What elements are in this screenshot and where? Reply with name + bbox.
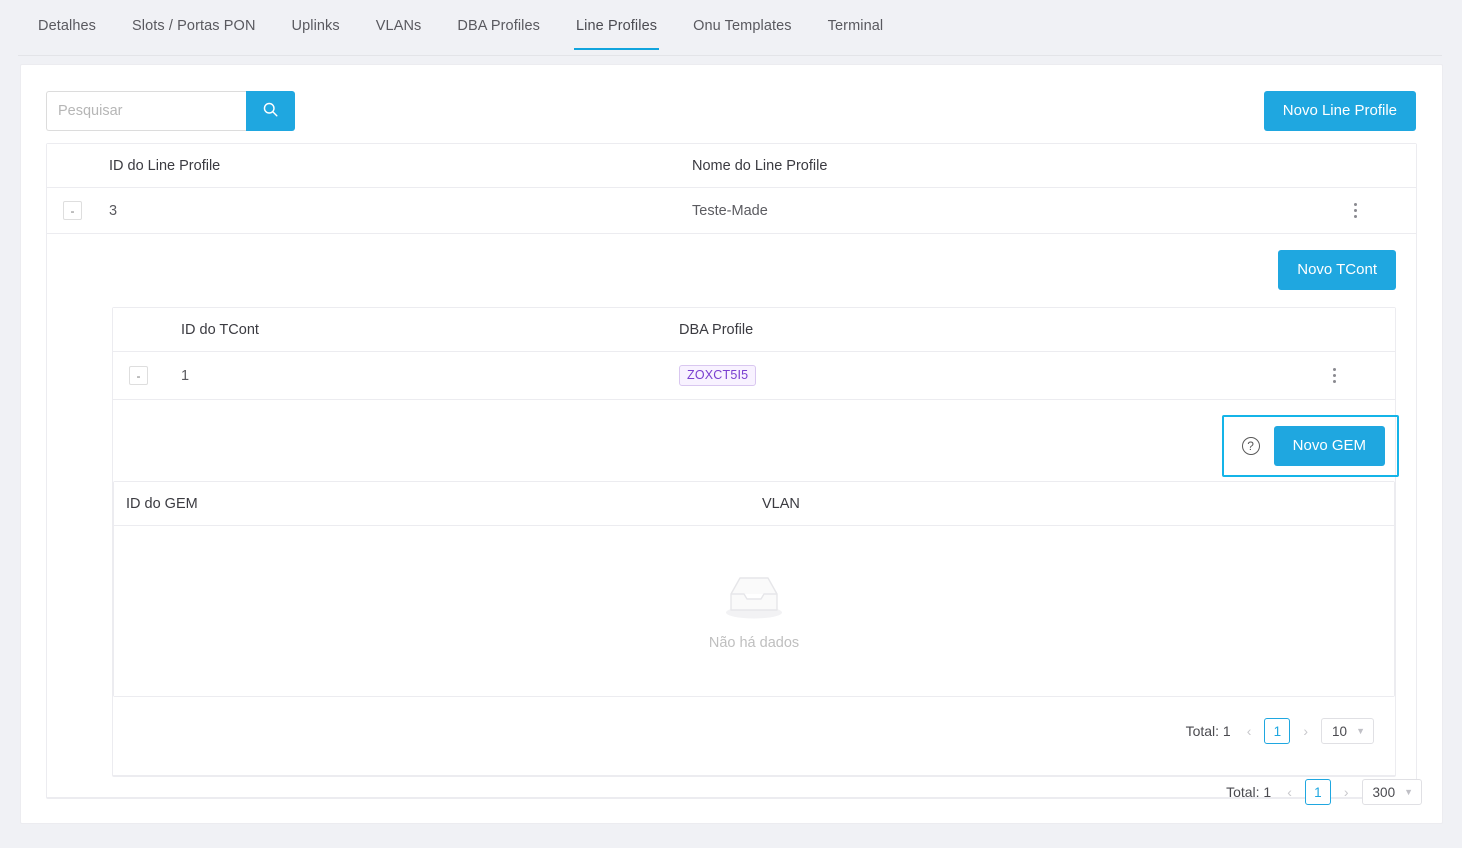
tab-terminal[interactable]: Terminal	[828, 0, 884, 50]
tcont-table: ID do TCont DBA Profile -	[113, 308, 1395, 776]
line-profiles-panel: Novo Line Profile ID do Line Profile Nom…	[20, 64, 1443, 824]
gem-table: ID do GEM VLAN	[114, 482, 1394, 696]
collapse-row-button[interactable]: -	[63, 201, 82, 220]
new-tcont-button[interactable]: Novo TCont	[1278, 250, 1396, 290]
actions-column-header	[1346, 144, 1416, 188]
tab-vlans[interactable]: VLANs	[376, 0, 422, 50]
chevron-down-icon: ▼	[1404, 788, 1413, 797]
search-input[interactable]	[46, 91, 246, 131]
expand-column-header	[113, 308, 181, 352]
empty-state-cell: Não há dados	[114, 526, 1394, 697]
tcont-section: Novo TCont ID do TCont	[47, 234, 1416, 798]
vlan-header: VLAN	[762, 482, 1394, 526]
row-actions-cell	[1346, 188, 1416, 234]
chevron-right-icon[interactable]: ›	[1342, 784, 1351, 800]
collapse-tcont-button[interactable]: -	[129, 366, 148, 385]
expand-cell: -	[47, 188, 109, 234]
table-header-row: ID do GEM VLAN	[114, 482, 1394, 526]
line-profiles-table-card: ID do Line Profile Nome do Line Profile …	[46, 143, 1417, 799]
dba-profile-header: DBA Profile	[679, 308, 1325, 352]
tab-onu-templates[interactable]: Onu Templates	[693, 0, 792, 50]
actions-column-header	[1325, 308, 1395, 352]
spacer-column-header	[114, 482, 126, 526]
expanded-row-tcont: ? Novo GEM	[113, 400, 1395, 776]
expand-cell: -	[113, 352, 181, 400]
chevron-right-icon[interactable]: ›	[1301, 723, 1310, 739]
line-profile-name-cell: Teste-Made	[692, 188, 1346, 234]
page-size-value: 10	[1332, 724, 1347, 739]
empty-state: Não há dados	[114, 526, 1394, 696]
tcont-id-cell: 1	[181, 352, 679, 400]
table-row: - 3 Teste-Made	[47, 188, 1416, 234]
search-group	[46, 91, 295, 131]
line-profiles-pagination: Total: 1 ‹ 1 › 300 ▼	[1226, 779, 1422, 805]
tab-uplinks[interactable]: Uplinks	[292, 0, 340, 50]
tcont-id-header: ID do TCont	[181, 308, 679, 352]
expanded-row-line-profile: Novo TCont ID do TCont	[47, 234, 1416, 798]
chevron-left-icon[interactable]: ‹	[1245, 723, 1254, 739]
page-number-button[interactable]: 1	[1264, 718, 1290, 744]
more-vertical-icon[interactable]	[1346, 203, 1364, 218]
chevron-left-icon[interactable]: ‹	[1285, 784, 1294, 800]
new-tcont-row: Novo TCont	[112, 250, 1396, 290]
dba-profile-tag[interactable]: ZOXCT5I5	[679, 365, 756, 386]
page-size-select[interactable]: 10 ▼	[1321, 718, 1374, 744]
tcont-pagination: Total: 1 ‹ 1 › 10 ▼	[113, 697, 1395, 762]
gem-table-card: ID do GEM VLAN	[113, 481, 1395, 697]
tab-bar: Detalhes Slots / Portas PON Uplinks VLAN…	[0, 0, 1462, 56]
dba-profile-cell: ZOXCT5I5	[679, 352, 1325, 400]
page-size-value: 300	[1373, 785, 1396, 800]
pagination-total: Total: 1	[1226, 784, 1271, 800]
question-circle-icon[interactable]: ?	[1242, 437, 1260, 455]
new-gem-highlight-region: ? Novo GEM	[1222, 415, 1399, 477]
page-number-button[interactable]: 1	[1305, 779, 1331, 805]
pagination-total: Total: 1	[1186, 723, 1231, 739]
search-icon	[262, 101, 279, 121]
line-profile-name-header: Nome do Line Profile	[692, 144, 1346, 188]
gem-actions-row: ? Novo GEM	[113, 413, 1395, 479]
search-button[interactable]	[246, 91, 295, 131]
empty-state-row: Não há dados	[114, 526, 1394, 697]
more-vertical-icon[interactable]	[1325, 368, 1343, 383]
expand-column-header	[47, 144, 109, 188]
row-actions-cell	[1325, 352, 1395, 400]
tab-dba-profiles[interactable]: DBA Profiles	[457, 0, 540, 50]
line-profile-id-cell: 3	[109, 188, 692, 234]
line-profile-id-header: ID do Line Profile	[109, 144, 692, 188]
tcont-table-card: ID do TCont DBA Profile -	[112, 307, 1396, 777]
line-profiles-table: ID do Line Profile Nome do Line Profile …	[47, 144, 1416, 798]
tab-line-profiles[interactable]: Line Profiles	[576, 0, 657, 50]
toolbar: Novo Line Profile	[21, 65, 1442, 143]
table-header-row: ID do TCont DBA Profile	[113, 308, 1395, 352]
tab-slots-portas-pon[interactable]: Slots / Portas PON	[132, 0, 255, 50]
gem-id-header: ID do GEM	[126, 482, 762, 526]
table-row: - 1 ZOXCT5I5	[113, 352, 1395, 400]
empty-box-icon	[721, 572, 787, 626]
tab-detalhes[interactable]: Detalhes	[38, 0, 96, 50]
gem-section: ? Novo GEM	[113, 400, 1395, 776]
chevron-down-icon: ▼	[1356, 727, 1365, 736]
new-line-profile-button[interactable]: Novo Line Profile	[1264, 91, 1416, 131]
new-gem-button[interactable]: Novo GEM	[1274, 426, 1385, 466]
empty-state-text: Não há dados	[709, 635, 799, 651]
table-header-row: ID do Line Profile Nome do Line Profile	[47, 144, 1416, 188]
page-size-select[interactable]: 300 ▼	[1362, 779, 1422, 805]
